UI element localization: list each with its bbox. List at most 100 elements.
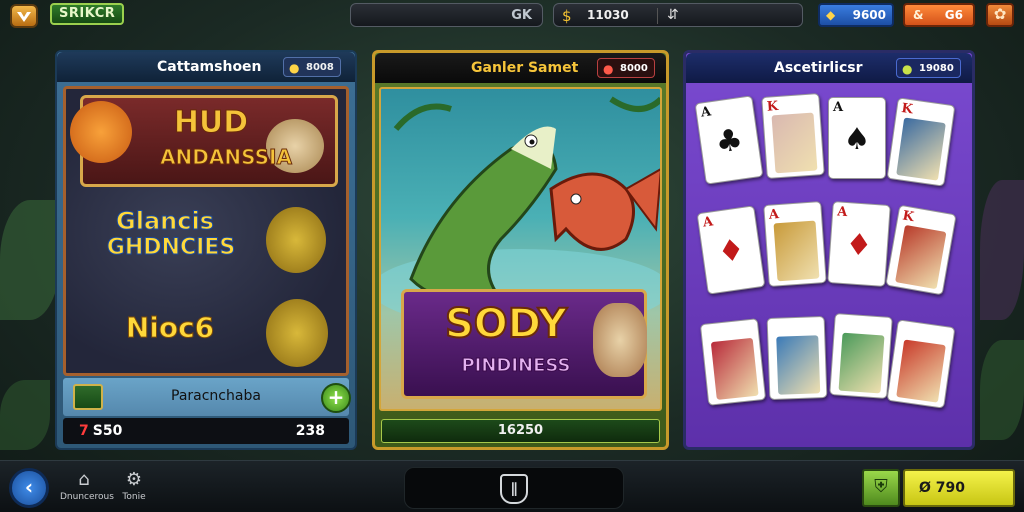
playing-card[interactable]: A ♦	[696, 205, 766, 295]
panel-stats: 7 S50 238	[63, 418, 349, 444]
playing-card[interactable]: A	[763, 201, 827, 287]
card-suit-icon: ♦	[715, 232, 747, 271]
search-text: GK	[511, 8, 532, 23]
foliage-decoration	[0, 380, 50, 450]
playing-card[interactable]: K	[761, 93, 825, 179]
playing-card[interactable]: K	[886, 97, 956, 187]
game-title-word: ANDANSSIA	[160, 145, 293, 170]
shield-icon: ⛨	[874, 476, 888, 497]
heart-icon: &	[913, 8, 924, 22]
card-face-art	[710, 337, 759, 400]
card-suit-icon: ♦	[844, 227, 874, 264]
panel-footer: Paracnchaba +	[63, 378, 351, 416]
card-face-art	[838, 332, 885, 394]
footer-label: Paracnchaba	[171, 388, 261, 404]
logo-icon[interactable]	[10, 4, 38, 28]
card-face-art	[896, 339, 946, 403]
card-face-art	[895, 224, 947, 290]
score-value: 8000	[620, 63, 648, 74]
card-face-art	[771, 112, 818, 174]
card-rank: K	[900, 101, 914, 118]
arrow-left-icon: ‹	[24, 475, 34, 499]
divider	[657, 8, 658, 24]
frog-character	[266, 299, 328, 367]
playing-card[interactable]: K	[885, 204, 957, 296]
card-suit-icon: ♣	[713, 122, 745, 161]
game-art-middle[interactable]: SODY PINDINESS	[379, 87, 662, 411]
game-title-word: PINDINESS	[461, 355, 571, 377]
fox-character	[70, 101, 132, 163]
game-title-word: Nioc6	[125, 311, 215, 345]
foliage-decoration	[0, 200, 60, 320]
lives-button[interactable]: & G6	[903, 3, 975, 27]
nav-item-settings[interactable]: ⚙ Tonie	[114, 469, 154, 502]
game-title-word: Glancis	[116, 207, 215, 236]
score-chip: ● 8000	[597, 58, 655, 78]
game-panel-right[interactable]: Ascetirlicsr ● 19080 A ♣ K A ♠ K A ♦ A A ♦ K	[683, 50, 975, 450]
card-rank: K	[901, 208, 916, 226]
playing-card[interactable]: A ♣	[694, 95, 764, 185]
coins-icon: $	[562, 7, 572, 25]
card-rank: A	[699, 104, 713, 121]
bottom-bar: ‹ ⌂ Dnuncerous ⚙ Tonie ∥ ⛨ Ø 790	[0, 460, 1024, 512]
foliage-decoration	[980, 180, 1024, 320]
card-rank: K	[766, 98, 779, 115]
game-title-word: GHDNCIES	[106, 235, 236, 261]
score-chip: ● 8008	[283, 57, 341, 77]
settings-button[interactable]: ✿	[986, 3, 1014, 27]
panel-title: Cattamshoen	[157, 59, 262, 75]
game-panel-left[interactable]: Cattamshoen ● 8008 HUD ANDANSSIA Glancis…	[55, 50, 357, 450]
shield-button[interactable]: ⛨	[862, 469, 900, 507]
back-button[interactable]: ‹	[9, 468, 49, 508]
card-face-art	[776, 335, 821, 395]
house-icon: ⌂	[78, 469, 90, 490]
playing-card[interactable]	[766, 316, 828, 400]
coins-value: 11030	[587, 8, 629, 22]
card-rank: A	[768, 207, 780, 223]
lives-value: G6	[944, 8, 963, 22]
currency-bar: $ 11030 ⇵	[553, 3, 803, 27]
gear-icon: ✿	[993, 5, 1007, 23]
top-bar: SRIKCR GK $ 11030 ⇵ ◆ 9600 & G6 ✿	[0, 0, 1024, 30]
add-button[interactable]: +	[321, 383, 351, 413]
card-face-art	[896, 117, 946, 181]
game-title-word: SODY	[444, 300, 568, 348]
playing-card[interactable]	[829, 313, 893, 399]
stat-left-value: S50	[92, 423, 123, 439]
stat-left: 7 S50	[79, 418, 122, 444]
search-bar[interactable]: GK	[350, 3, 543, 27]
game-panel-middle[interactable]: Ganler Samet ● 8000 SODY PINDINESS 16250	[372, 50, 669, 450]
game-art-left[interactable]: HUD ANDANSSIA Glancis GHDNCIES Nioc6	[63, 86, 349, 376]
card-rank: A	[833, 100, 844, 115]
center-action[interactable]: ∥	[404, 467, 624, 509]
playing-card[interactable]: A ♠	[828, 97, 886, 179]
score-chip: ● 19080	[896, 58, 961, 78]
pause-shield-icon: ∥	[500, 474, 528, 504]
coins-button[interactable]: Ø 790	[903, 469, 1015, 507]
score-value: 19080	[919, 63, 954, 74]
panel-title: Ascetirlicsr	[774, 60, 863, 76]
game-title-word: HUD	[173, 105, 249, 141]
panel-header: Ascetirlicsr ● 19080	[686, 53, 972, 83]
stat-left-symbol: 7	[79, 423, 89, 439]
panel-header: Ganler Samet ● 8000	[375, 53, 666, 83]
gems-button[interactable]: ◆ 9600	[818, 3, 894, 27]
gems-value: 9600	[852, 8, 886, 22]
nav-item-home[interactable]: ⌂ Dnuncerous	[60, 469, 114, 502]
playing-card[interactable]	[886, 319, 956, 409]
coin-icon: ●	[603, 62, 614, 76]
panel-footer-value: 16250	[381, 419, 660, 443]
coin-icon: ●	[289, 61, 300, 75]
worm-character	[593, 303, 647, 377]
panel-title: Ganler Samet	[471, 60, 579, 76]
stat-right: 238	[295, 423, 325, 439]
playing-card[interactable]: A ♦	[827, 201, 891, 287]
chest-icon	[73, 384, 103, 410]
nav-label: Tonie	[122, 492, 146, 502]
brand-label: SRIKCR	[50, 3, 125, 25]
exchange-icon[interactable]: ⇵	[667, 7, 679, 23]
card-suit-icon: ♠	[843, 122, 871, 157]
coin-icon: ●	[902, 62, 913, 76]
foliage-decoration	[980, 340, 1024, 440]
playing-card[interactable]	[699, 318, 767, 406]
